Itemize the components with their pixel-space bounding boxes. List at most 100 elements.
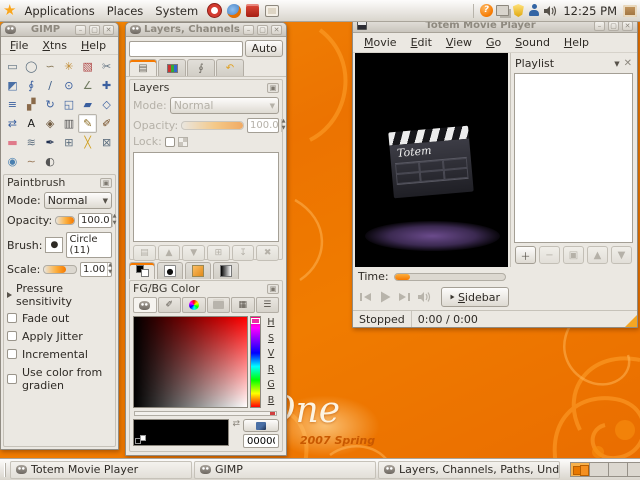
panel-menu-button[interactable]: ▣: [267, 284, 279, 294]
tool-perspective-clone[interactable]: ⊠: [97, 133, 116, 152]
selector-cmyk[interactable]: [207, 297, 231, 313]
tool-color-picker[interactable]: ∕: [41, 76, 60, 95]
tool-crop[interactable]: ▞: [22, 95, 41, 114]
close-button[interactable]: ✕: [271, 25, 282, 35]
playlist-move-up-button[interactable]: ▲: [587, 246, 608, 264]
gimp-menu-file[interactable]: File: [3, 37, 35, 54]
tab-brushes[interactable]: ●: [157, 262, 183, 279]
hue-slider-handle[interactable]: [251, 318, 260, 324]
tab-undo-history[interactable]: ↶: [216, 59, 244, 76]
panel-menu-system[interactable]: System: [149, 2, 204, 20]
tool-flip[interactable]: ⇄: [3, 114, 22, 133]
tool-pencil[interactable]: ✎: [78, 114, 97, 133]
panel-menu-places[interactable]: Places: [101, 2, 150, 20]
playlist-selector-chevron-icon[interactable]: ▼: [614, 60, 619, 68]
panel-menu-button[interactable]: ▣: [267, 83, 279, 93]
tab-patterns[interactable]: [185, 262, 211, 279]
pick-color-button[interactable]: [243, 419, 279, 432]
tool-measure[interactable]: ∠: [78, 76, 97, 95]
maximize-button[interactable]: ▢: [257, 25, 268, 35]
close-button[interactable]: ✕: [622, 21, 633, 31]
tool-scissors-select[interactable]: ✂: [97, 57, 116, 76]
tool-perspective[interactable]: ◇: [97, 95, 116, 114]
layer-opacity-spinbox[interactable]: 100.0▲▼: [247, 118, 279, 133]
gimp-menu-help[interactable]: Help: [74, 37, 113, 54]
playlist-move-down-button[interactable]: ▼: [611, 246, 632, 264]
playlist-close-icon[interactable]: ✕: [624, 58, 632, 69]
tab-paths[interactable]: ∮: [187, 59, 215, 76]
channel-button-b[interactable]: B: [263, 395, 279, 407]
raise-layer-button[interactable]: ▲: [158, 245, 181, 261]
new-layer-button[interactable]: ▤: [133, 245, 156, 261]
selector-watercolor[interactable]: ✐: [158, 297, 182, 313]
playlist-add-button[interactable]: ＋: [515, 246, 536, 264]
mode-combo[interactable]: Normal▼: [44, 192, 112, 209]
tab-fgbg-color[interactable]: [129, 262, 155, 279]
tool-scale[interactable]: ◱: [60, 95, 79, 114]
tool-dodge-burn[interactable]: ◐: [41, 152, 60, 171]
workspace-3[interactable]: [609, 463, 628, 476]
seek-slider[interactable]: [394, 273, 506, 281]
selector-scales[interactable]: ☰: [256, 297, 280, 313]
tool-paths[interactable]: ∮: [22, 76, 41, 95]
browser-launcher[interactable]: [226, 3, 241, 18]
tab-layers[interactable]: ▤: [129, 59, 157, 76]
tool-rect-select[interactable]: ▭: [3, 57, 22, 76]
task-button-gimp[interactable]: GIMP: [194, 461, 376, 479]
totem-menu-sound[interactable]: Sound: [508, 34, 557, 51]
gimp-menu-xtns[interactable]: Xtns: [35, 37, 74, 54]
selector-wheel[interactable]: [182, 297, 206, 313]
maximize-button[interactable]: ▢: [608, 21, 619, 31]
channel-button-v[interactable]: V: [263, 348, 279, 360]
tool-free-select[interactable]: ∽: [41, 57, 60, 76]
selector-gimp[interactable]: [133, 297, 157, 313]
tool-airbrush[interactable]: ≋: [22, 133, 41, 152]
task-button-totem-movie-player[interactable]: Totem Movie Player: [10, 461, 192, 479]
sidebar-toggle-button[interactable]: Sidebar: [441, 287, 509, 307]
minimize-button[interactable]: –: [243, 25, 254, 35]
panel-menu-button[interactable]: ▣: [100, 178, 112, 188]
checkbox-fade-out[interactable]: Fade out: [4, 309, 115, 327]
network-tray-icon[interactable]: [495, 4, 509, 18]
video-area[interactable]: Totem: [355, 53, 508, 267]
lower-layer-button[interactable]: ▼: [182, 245, 205, 261]
tool-text[interactable]: A: [22, 114, 41, 133]
image-selector-combo[interactable]: [129, 41, 243, 57]
play-button[interactable]: [376, 287, 393, 307]
playlist-save-button[interactable]: ▣: [563, 246, 584, 264]
totem-menu-edit[interactable]: Edit: [404, 34, 439, 51]
tool-rotate[interactable]: ↻: [41, 95, 60, 114]
next-button[interactable]: [396, 287, 413, 307]
tool-fuzzy-select[interactable]: ✳: [60, 57, 79, 76]
channel-button-s[interactable]: S: [263, 333, 279, 345]
window-selector-tray-icon[interactable]: [623, 4, 637, 18]
window-resize-grip[interactable]: [625, 315, 637, 327]
auto-button[interactable]: Auto: [245, 40, 283, 57]
tool-bucket-fill[interactable]: ◈: [41, 114, 60, 133]
playlist-remove-button[interactable]: −: [539, 246, 560, 264]
layer-mode-combo[interactable]: Normal▼: [170, 97, 279, 114]
totem-menu-help[interactable]: Help: [557, 34, 596, 51]
panel-menu-applications[interactable]: Applications: [18, 2, 100, 20]
layers-list[interactable]: [133, 152, 279, 242]
totem-menu-movie[interactable]: Movie: [357, 34, 404, 51]
clock[interactable]: 12:25 PM: [559, 4, 621, 18]
workspace-1[interactable]: [571, 463, 590, 476]
previous-button[interactable]: [357, 287, 374, 307]
tool-eraser[interactable]: ▬: [3, 133, 22, 152]
updates-tray-icon[interactable]: ?: [479, 4, 493, 18]
brush-name[interactable]: Circle (11): [66, 232, 112, 258]
tool-ellipse-select[interactable]: ◯: [22, 57, 41, 76]
tool-paintbrush[interactable]: ✐: [97, 114, 116, 133]
duplicate-layer-button[interactable]: ⊞: [207, 245, 230, 261]
checkbox-apply-jitter[interactable]: Apply Jitter: [4, 327, 115, 345]
minimize-button[interactable]: –: [594, 21, 605, 31]
tool-gradient[interactable]: ▥: [60, 114, 79, 133]
layers-titlebar[interactable]: Layers, Channels, Pa – ▢ ✕: [126, 23, 286, 37]
security-tray-icon[interactable]: [511, 4, 525, 18]
tool-ink[interactable]: ✒: [41, 133, 60, 152]
totem-menu-go[interactable]: Go: [479, 34, 508, 51]
foreground-color-swatch[interactable]: [133, 419, 229, 446]
scale-spinbox[interactable]: 1.00▲▼: [80, 262, 112, 277]
tool-align[interactable]: ≡: [3, 95, 22, 114]
